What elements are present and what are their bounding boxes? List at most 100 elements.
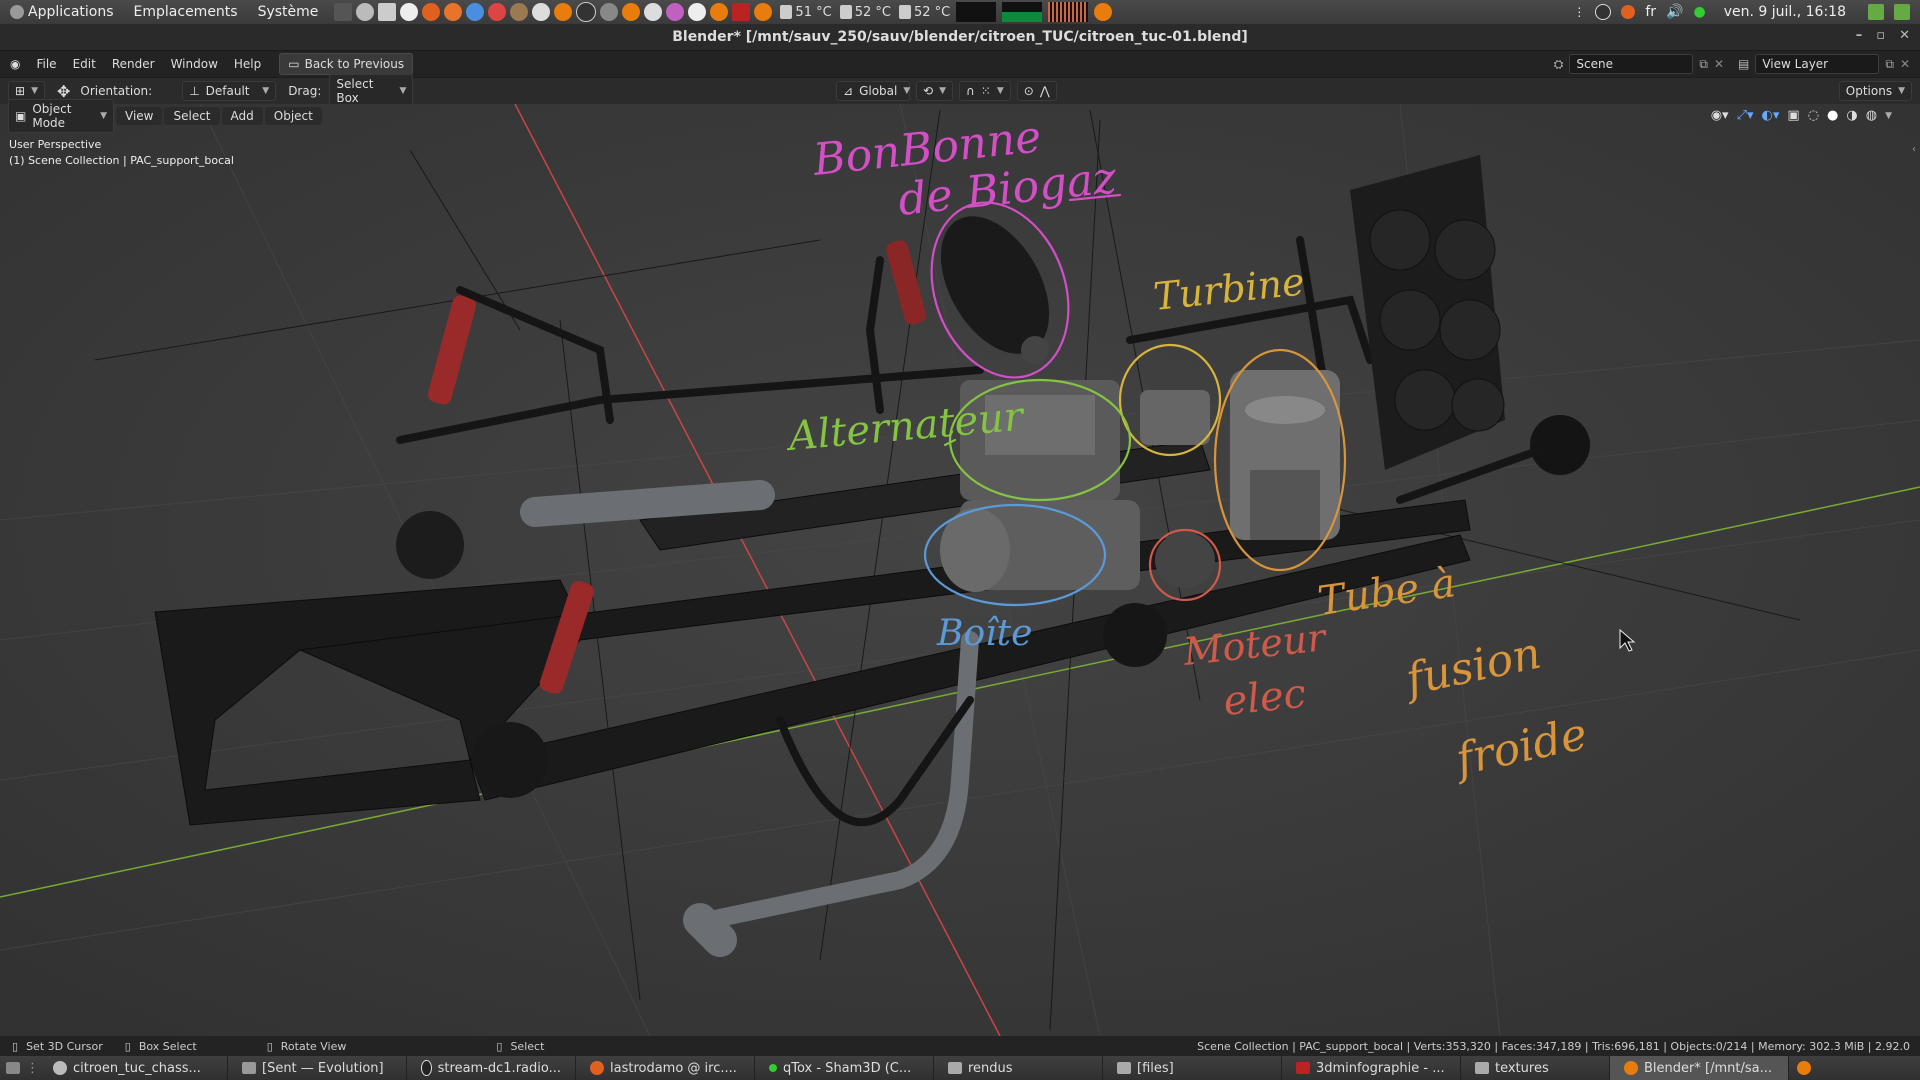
task-stream[interactable]: stream-dc1.radio... bbox=[407, 1056, 576, 1080]
scene-icon[interactable]: ⛭ bbox=[1554, 57, 1564, 72]
object-mode-dropdown[interactable]: ▣ Object Mode ▼ bbox=[8, 99, 114, 133]
transform-tool-icon[interactable]: ✥ bbox=[57, 82, 70, 101]
xray-icon[interactable]: ▣ bbox=[1787, 108, 1799, 123]
menu-render[interactable]: Render bbox=[104, 57, 163, 71]
scene-field[interactable]: Scene bbox=[1569, 54, 1694, 74]
chip-icon bbox=[780, 5, 793, 19]
maximize-icon[interactable]: ▫ bbox=[1876, 28, 1885, 43]
status-cursor: Set 3D Cursor bbox=[26, 1039, 103, 1053]
blender-icon-3[interactable] bbox=[710, 3, 729, 21]
clock[interactable]: ven. 9 juil., 16:18 bbox=[1724, 4, 1846, 20]
visibility-icon[interactable]: ◉▾ bbox=[1711, 108, 1729, 123]
skull-icon[interactable] bbox=[688, 3, 707, 21]
color-icon[interactable] bbox=[666, 3, 685, 21]
overlay-icon[interactable]: ◐▾ bbox=[1762, 108, 1780, 123]
terminal-icon[interactable] bbox=[334, 3, 353, 21]
places-menu[interactable]: Emplacements bbox=[124, 4, 248, 20]
cpu-graph bbox=[956, 2, 997, 22]
drag-dropdown[interactable]: Select Box ▼ bbox=[329, 74, 414, 108]
ubuntu-icon[interactable] bbox=[488, 3, 507, 21]
back-to-previous-button[interactable]: ▭ Back to Previous bbox=[279, 53, 414, 75]
editor-icon[interactable] bbox=[378, 3, 397, 21]
transform-orientation-dropdown[interactable]: ⊿ Global ▼ bbox=[836, 81, 910, 101]
tool-icon[interactable] bbox=[600, 3, 619, 21]
minimize-icon[interactable]: – bbox=[1856, 28, 1863, 43]
taskbar-handle-icon: ⋮ bbox=[26, 1060, 39, 1076]
delete-layer-icon[interactable]: ✕ bbox=[1900, 57, 1910, 71]
blender-tray-icon[interactable] bbox=[1094, 3, 1113, 21]
blender-task-icon bbox=[1624, 1061, 1638, 1075]
menu-edit[interactable]: Edit bbox=[65, 57, 104, 71]
inkscape-icon[interactable] bbox=[532, 3, 551, 21]
archive-icon[interactable] bbox=[400, 3, 419, 21]
disk-icon[interactable] bbox=[356, 3, 375, 21]
blender-icon[interactable] bbox=[554, 3, 573, 21]
task-irc[interactable]: lastrodamo @ irc.... bbox=[576, 1056, 755, 1080]
obs-icon[interactable] bbox=[576, 2, 597, 22]
3d-viewport[interactable]: BonBonne de Biogaz Turbine Alternateur B… bbox=[0, 104, 1920, 1036]
chip-icon bbox=[898, 5, 911, 19]
obs-tray-icon[interactable] bbox=[1595, 4, 1612, 20]
xchat-tray-icon[interactable] bbox=[1621, 5, 1636, 19]
blender-logo-icon[interactable]: ◉ bbox=[10, 57, 20, 71]
xchat-task-icon bbox=[590, 1061, 604, 1075]
task-filezilla[interactable]: 3dminfographie - ... bbox=[1282, 1056, 1461, 1080]
snap-dropdown[interactable]: ∩ ⁙ ▼ bbox=[958, 81, 1011, 101]
menu-window[interactable]: Window bbox=[163, 57, 226, 71]
orientation-dropdown[interactable]: ⊥ Default ▼ bbox=[182, 81, 277, 101]
language-indicator[interactable]: fr bbox=[1645, 4, 1656, 20]
annotation-elec: elec bbox=[1221, 671, 1308, 725]
options-dropdown[interactable]: Options ▼ bbox=[1838, 81, 1912, 101]
material-shading-icon[interactable]: ◑ bbox=[1846, 108, 1857, 123]
blender-extra-icon[interactable] bbox=[1797, 1061, 1811, 1075]
menu-dots-icon[interactable]: ⋮ bbox=[1573, 5, 1585, 19]
menu-help[interactable]: Help bbox=[226, 57, 269, 71]
app-icon[interactable] bbox=[644, 3, 663, 21]
sidebar-toggle-icon[interactable]: ‹ bbox=[1912, 144, 1916, 155]
system-menu[interactable]: Système bbox=[248, 4, 329, 20]
editor-type-dropdown[interactable]: ⊞ ▼ bbox=[8, 81, 45, 101]
pivot-dropdown[interactable]: ⟲ ▼ bbox=[916, 81, 953, 101]
menu-add[interactable]: Add bbox=[221, 107, 263, 125]
network-status-icon[interactable]: ● bbox=[1694, 4, 1706, 20]
filezilla-icon[interactable] bbox=[732, 3, 751, 21]
task-rendus[interactable]: rendus bbox=[934, 1056, 1103, 1080]
chevron-down-icon[interactable]: ▼ bbox=[1885, 111, 1892, 121]
task-blender[interactable]: Blender* [/mnt/sa... bbox=[1610, 1056, 1789, 1080]
mouse-left-icon: ▯ bbox=[12, 1039, 19, 1053]
workspace-1-icon[interactable] bbox=[1868, 4, 1884, 20]
proportional-edit-dropdown[interactable]: ⊙ ⋀ bbox=[1016, 81, 1057, 101]
obs-task-icon bbox=[421, 1060, 432, 1076]
rendered-shading-icon[interactable]: ◍ bbox=[1866, 108, 1877, 123]
viewport-scene: BonBonne de Biogaz Turbine Alternateur B… bbox=[0, 104, 1920, 1036]
menu-file[interactable]: File bbox=[28, 57, 64, 71]
task-evolution[interactable]: [Sent — Evolution] bbox=[228, 1056, 407, 1080]
copy-layer-icon[interactable]: ⧉ bbox=[1885, 57, 1894, 72]
menu-view[interactable]: View bbox=[116, 107, 163, 125]
view-layer-icon[interactable]: ▤ bbox=[1738, 57, 1749, 71]
applications-menu[interactable]: Applications bbox=[0, 4, 124, 20]
grid-snap-icon: ⁙ bbox=[980, 84, 991, 98]
task-textures[interactable]: textures bbox=[1461, 1056, 1610, 1080]
gimp-icon[interactable] bbox=[510, 3, 529, 21]
gizmo-icon[interactable]: ⤢▾ bbox=[1737, 108, 1754, 123]
task-citroen[interactable]: citroen_tuc_chass... bbox=[39, 1056, 228, 1080]
copy-scene-icon[interactable]: ⧉ bbox=[1699, 57, 1708, 72]
workspace-2-icon[interactable] bbox=[1894, 4, 1910, 20]
show-desktop-icon[interactable] bbox=[6, 1062, 20, 1074]
volume-icon[interactable]: 🔊 bbox=[1666, 4, 1683, 20]
menu-object[interactable]: Object bbox=[264, 107, 322, 125]
blender-icon-2[interactable] bbox=[622, 3, 641, 21]
menu-select[interactable]: Select bbox=[164, 107, 220, 125]
delete-scene-icon[interactable]: ✕ bbox=[1714, 57, 1724, 71]
task-qtox[interactable]: qTox - Sham3D (C... bbox=[755, 1056, 934, 1080]
blender-icon-4[interactable] bbox=[754, 3, 773, 21]
wireframe-shading-icon[interactable]: ◌ bbox=[1808, 108, 1819, 123]
xchat-icon[interactable] bbox=[422, 3, 441, 21]
firefox-icon[interactable] bbox=[444, 3, 463, 21]
solid-shading-icon[interactable]: ● bbox=[1827, 108, 1838, 123]
close-icon[interactable]: ✕ bbox=[1899, 28, 1910, 43]
view-layer-field[interactable]: View Layer bbox=[1755, 54, 1880, 74]
chrome-icon[interactable] bbox=[466, 3, 485, 21]
task-files[interactable]: [files] bbox=[1103, 1056, 1282, 1080]
